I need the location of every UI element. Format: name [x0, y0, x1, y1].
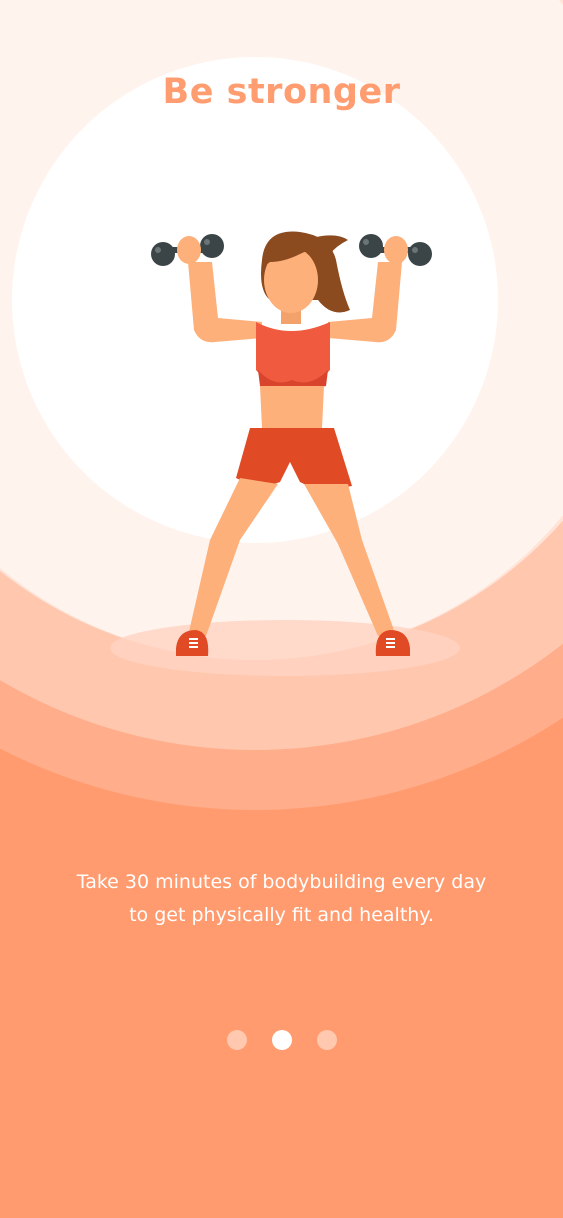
description-line-2: to get physically fit and healthy. [129, 904, 434, 926]
onboarding-screen: Be stronger Take 30 minutes of bodybuild… [0, 0, 563, 1218]
page-indicator-dot-1[interactable] [226, 1030, 247, 1050]
page-indicator-dot-2-active[interactable] [271, 1030, 292, 1050]
page-indicator [0, 1030, 563, 1050]
woman-lifting-dumbbells-illustration [110, 231, 460, 676]
description-line-1: Take 30 minutes of bodybuilding every da… [76, 871, 487, 893]
onboarding-description: Take 30 minutes of bodybuilding every da… [40, 866, 523, 932]
page-indicator-dot-3[interactable] [316, 1030, 337, 1050]
